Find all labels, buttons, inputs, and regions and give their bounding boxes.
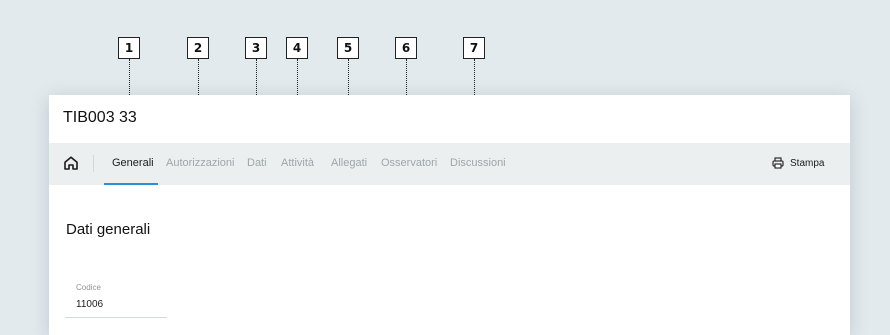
callout-5: 5 [337, 37, 359, 59]
callout-7: 7 [463, 37, 485, 59]
tab-allegati[interactable]: Allegati [331, 157, 367, 169]
record-title: TIB003 33 [63, 109, 137, 126]
callout-2: 2 [187, 37, 209, 59]
tab-generali[interactable]: Generali [112, 157, 154, 169]
printer-icon [772, 157, 784, 169]
print-label: Stampa [790, 157, 825, 169]
home-icon [64, 156, 78, 170]
callout-3: 3 [245, 37, 267, 59]
tab-osservatori[interactable]: Osservatori [381, 157, 437, 169]
codice-field[interactable]: Codice 11006 [65, 283, 167, 318]
nav-divider [93, 155, 94, 172]
home-button[interactable] [62, 154, 80, 172]
section-title: Dati generali [66, 221, 151, 238]
tab-discussioni[interactable]: Discussioni [450, 157, 506, 169]
codice-label: Codice [76, 283, 101, 292]
print-button[interactable]: Stampa [772, 157, 824, 169]
callout-1: 1 [118, 37, 140, 59]
tab-bar: Generali Autorizzazioni Dati Attività Al… [49, 143, 850, 185]
record-card: TIB003 33 Generali Autorizzazioni Dati A… [49, 95, 850, 335]
callout-4: 4 [286, 37, 308, 59]
callout-6: 6 [395, 37, 417, 59]
tab-attivita[interactable]: Attività [281, 157, 314, 169]
tab-autorizzazioni[interactable]: Autorizzazioni [166, 157, 234, 169]
active-tab-indicator [104, 183, 158, 185]
tab-dati[interactable]: Dati [247, 157, 267, 169]
codice-value[interactable]: 11006 [76, 299, 167, 310]
